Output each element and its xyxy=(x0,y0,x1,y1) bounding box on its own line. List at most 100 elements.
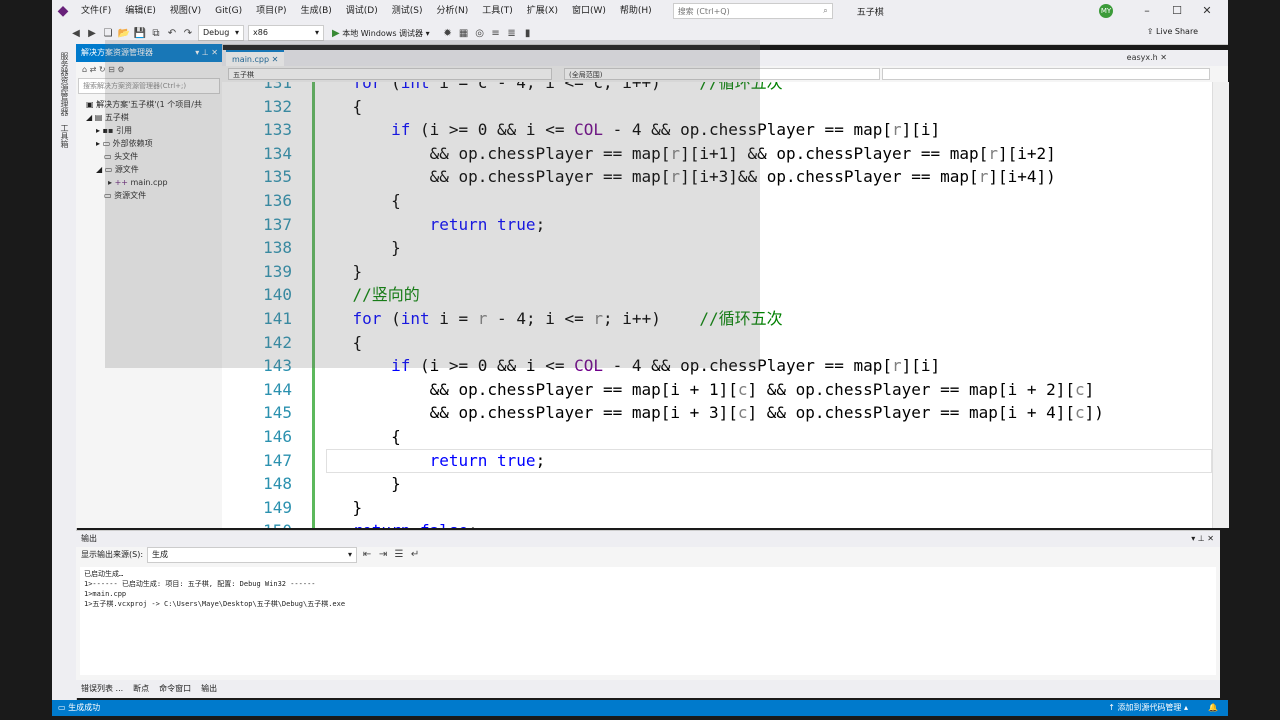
code-line-144: 144 && op.chessPlayer == map[i + 1][c] &… xyxy=(263,379,1095,399)
menu-build[interactable]: 生成(B) xyxy=(294,0,339,22)
run-debugger-button[interactable]: ▶ 本地 Windows 调试器 ▾ xyxy=(332,28,430,39)
tab-output[interactable]: 输出 xyxy=(196,680,222,698)
pin-icon[interactable]: ▾ ⊥ ✕ xyxy=(195,44,222,62)
menu-analyze[interactable]: 分析(N) xyxy=(429,0,475,22)
solution-explorer: 解决方案资源管理器 ▾ ⊥ ✕ ⌂ ⇄ ↻ ⊟ ⚙ 搜索解决方案资源管理器(Ct… xyxy=(76,44,223,528)
editor-scrollbar[interactable] xyxy=(1212,82,1229,528)
code-line-149: 149 } xyxy=(263,497,363,517)
tree-resource-files[interactable]: ▭ 资源文件 xyxy=(80,189,222,202)
share-icon: ⇪ xyxy=(1146,27,1154,36)
sync-icon[interactable]: ⇄ xyxy=(90,65,97,74)
tree-references[interactable]: ▸ ▪▪ 引用 xyxy=(80,124,222,137)
function-scope-select[interactable]: (全局范围) xyxy=(564,68,880,80)
layout-icon[interactable]: ▦ xyxy=(456,28,472,39)
output-header: 输出 ▾ ⊥ ✕ xyxy=(76,531,1220,547)
camera-icon[interactable]: ◎ xyxy=(472,28,488,39)
project-scope-select[interactable]: 五子棋 xyxy=(228,68,552,80)
tree-header-files[interactable]: ▭ 头文件 xyxy=(80,150,222,163)
output-line: 已启动生成… xyxy=(84,570,124,578)
fire-icon[interactable]: ✹ xyxy=(440,28,456,39)
menu-help[interactable]: 帮助(H) xyxy=(613,0,659,22)
menu-window[interactable]: 窗口(W) xyxy=(565,0,613,22)
editor-tab-strip: main.cpp ✕ easyx.h ✕ xyxy=(222,50,1228,66)
menu-debug[interactable]: 调试(D) xyxy=(339,0,385,22)
tree-label: 源文件 xyxy=(114,165,139,174)
search-input[interactable]: 搜索 (Ctrl+Q) ⌕ xyxy=(672,3,833,19)
solution-search-input[interactable]: 搜索解决方案资源管理器(Ctrl+;) xyxy=(78,78,220,94)
menu-edit[interactable]: 编辑(E) xyxy=(118,0,163,22)
panel-controls-icon[interactable]: ▾ ⊥ ✕ xyxy=(1191,531,1214,547)
code-line-150: 150 return false; xyxy=(222,519,1212,528)
tab-breakpoints[interactable]: 断点 xyxy=(128,680,154,698)
output-source-label: 显示输出来源(S): xyxy=(81,550,144,559)
tree-label: 引用 xyxy=(115,126,132,135)
home-icon[interactable]: ⌂ xyxy=(82,65,87,74)
folder-icon: ▭ xyxy=(104,191,112,200)
prev-message-icon[interactable]: ⇤ xyxy=(359,547,375,563)
tab-main-cpp[interactable]: main.cpp ✕ xyxy=(226,50,285,66)
tree-source-files[interactable]: ◢ ▭ 源文件 xyxy=(80,163,222,176)
output-line: 1>五子棋.vcxproj -> C:\Users\Maye\Desktop\五… xyxy=(84,600,346,608)
tree-label: 资源文件 xyxy=(114,191,147,200)
live-share-button[interactable]: ⇪ Live Share xyxy=(1147,27,1198,36)
folder-icon: ▭ xyxy=(104,165,113,174)
status-bar: ▭ 生成成功 ↑ 添加到源代码管理 ▴ 🔔 xyxy=(52,700,1228,716)
tree-solution[interactable]: ▣ 解决方案'五子棋'(1 个项目/共 xyxy=(80,98,222,111)
navigation-bar: 五子棋 (全局范围) xyxy=(222,66,1228,83)
comment-icon[interactable]: ≡ xyxy=(488,28,504,39)
back-icon[interactable]: ◀ xyxy=(68,28,84,39)
live-share-label: Live Share xyxy=(1156,27,1198,36)
undo-icon[interactable]: ↶ xyxy=(164,28,180,39)
menu-file[interactable]: 文件(F) xyxy=(74,0,118,22)
reference-icon: ▪▪ xyxy=(102,126,114,135)
menu-extensions[interactable]: 扩展(X) xyxy=(520,0,565,22)
tree-main-cpp[interactable]: ▸ ++ main.cpp xyxy=(80,176,222,189)
tab-error-list[interactable]: 错误列表 ... xyxy=(76,680,128,698)
code-line-140: 140 //竖向的 xyxy=(263,285,420,305)
source-control-button[interactable]: ↑ 添加到源代码管理 ▴ xyxy=(1108,700,1188,716)
close-icon[interactable]: ✕ xyxy=(1192,0,1222,22)
word-wrap-icon[interactable]: ↵ xyxy=(407,547,423,563)
refresh-icon[interactable]: ↻ xyxy=(99,65,106,74)
menu-git[interactable]: Git(G) xyxy=(208,0,249,22)
collapse-icon[interactable]: ⊟ xyxy=(108,65,115,74)
config-select[interactable]: Debug ▾ xyxy=(198,25,244,41)
solution-explorer-title: 解决方案资源管理器 xyxy=(81,48,153,57)
platform-select[interactable]: x86 ▾ xyxy=(248,25,324,41)
save-all-icon[interactable]: ⧉ xyxy=(148,28,164,39)
properties-icon[interactable]: ⚙ xyxy=(117,65,124,74)
new-project-icon[interactable]: ❏ xyxy=(100,28,116,39)
toolbox-tab[interactable]: 工具箱 xyxy=(59,124,70,148)
save-icon[interactable]: 💾 xyxy=(132,28,148,39)
bookmark-icon[interactable]: ▮ xyxy=(520,28,536,39)
maximize-icon[interactable]: ☐ xyxy=(1162,0,1192,22)
tree-label: 解决方案'五子棋'(1 个项目/共 xyxy=(96,100,202,109)
uncomment-icon[interactable]: ≣ xyxy=(504,28,520,39)
open-icon[interactable]: 📂 xyxy=(116,28,132,39)
tree-project[interactable]: ◢ ▤ 五子棋 xyxy=(80,111,222,124)
output-source-select[interactable]: 生成 ▾ xyxy=(147,547,358,563)
output-text-area[interactable]: 已启动生成… 1>------ 已启动生成: 项目: 五子棋, 配置: Debu… xyxy=(80,567,1216,675)
code-line-143: 143 if (i >= 0 && i <= COL - 4 && op.che… xyxy=(263,356,941,376)
code-line-141: 141 for (int i = r - 4; i <= r; i++) //循… xyxy=(263,309,783,328)
next-message-icon[interactable]: ⇥ xyxy=(375,547,391,563)
clear-all-icon[interactable]: ☰ xyxy=(391,547,407,563)
menu-test[interactable]: 测试(S) xyxy=(385,0,430,22)
menu-view[interactable]: 视图(V) xyxy=(163,0,208,22)
tab-label: easyx.h xyxy=(1126,53,1158,62)
server-explorer-tab[interactable]: 服务器资源管理器 xyxy=(59,52,70,116)
cpp-file-icon: ++ xyxy=(114,178,128,187)
redo-icon[interactable]: ↷ xyxy=(180,28,196,39)
notification-bell-icon[interactable]: 🔔 xyxy=(1208,700,1218,716)
output-title: 输出 xyxy=(81,534,97,543)
tree-external-deps[interactable]: ▸ ▭ 外部依赖项 xyxy=(80,137,222,150)
member-select[interactable] xyxy=(882,68,1210,80)
tab-command-window[interactable]: 命令窗口 xyxy=(154,680,196,698)
code-line-131: 131 for (int i = c - 4; i <= c; i++) //循… xyxy=(263,82,783,92)
menu-project[interactable]: 项目(P) xyxy=(249,0,293,22)
tab-easyx-h[interactable]: easyx.h ✕ xyxy=(1121,50,1173,66)
avatar[interactable]: MY xyxy=(1099,4,1113,18)
forward-icon[interactable]: ▶ xyxy=(84,28,100,39)
menu-tools[interactable]: 工具(T) xyxy=(475,0,520,22)
minimize-icon[interactable]: – xyxy=(1132,0,1162,22)
